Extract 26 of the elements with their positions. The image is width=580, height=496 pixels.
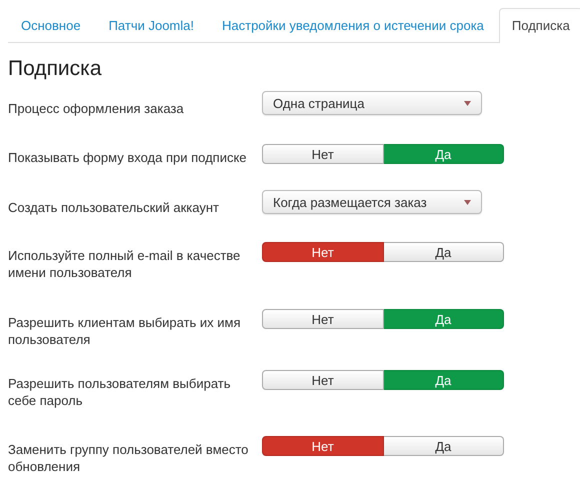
field-label: Создать пользовательский аккаунт (8, 199, 220, 216)
field-label: Используйте полный e-mail в качестве имени пользователя (8, 247, 242, 281)
caret-icon (464, 100, 471, 106)
toggle-option[interactable]: Нет (262, 242, 384, 262)
field-label: Показывать форму входа при подписке (8, 149, 248, 166)
field-label: Заменить группу пользователей вместо обновления (8, 441, 250, 475)
field-label: Процесс оформления заказа (8, 100, 185, 117)
toggle-option[interactable]: Да (384, 370, 504, 390)
dropdown[interactable]: Одна страница (262, 91, 482, 115)
toggle-option[interactable]: Да (384, 309, 504, 329)
tab[interactable]: Подписка (498, 8, 580, 43)
tab[interactable]: Настройки уведомления о истечении срока (209, 8, 497, 42)
toggle-option[interactable]: Нет (262, 144, 384, 164)
section-heading: Подписка (8, 57, 102, 81)
toggle-option[interactable]: Да (384, 242, 504, 262)
dropdown[interactable]: Когда размещается заказ (262, 190, 482, 214)
field-label: Разрешить пользователям выбирать себе пароль (8, 375, 232, 409)
toggle-option[interactable]: Нет (262, 436, 384, 456)
tab[interactable]: Патчи Joomla! (96, 8, 207, 42)
toggle-option[interactable]: Да (384, 436, 504, 456)
field-label: Разрешить клиентам выбирать их имя пользователя (8, 314, 242, 348)
toggle-option[interactable]: Нет (262, 370, 384, 390)
caret-icon (464, 200, 471, 204)
tab[interactable]: Основное (8, 8, 94, 42)
toggle-option[interactable]: Да (384, 144, 504, 164)
toggle-option[interactable]: Нет (262, 309, 384, 329)
